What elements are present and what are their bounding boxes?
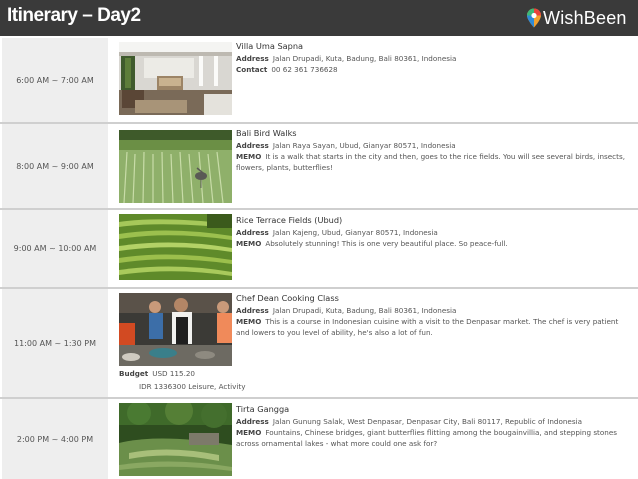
place-name[interactable]: Bali Bird Walks <box>236 128 632 139</box>
address-line: Address Jalan Drupadi, Kuta, Badung, Bali… <box>236 53 632 64</box>
address-line: Address Jalan Raya Sayan, Ubud, Gianyar 8… <box>236 140 632 151</box>
time-slot: 9:00 AM ~ 10:00 AM <box>2 210 108 287</box>
address-label: Address <box>236 141 269 150</box>
memo-line: MEMO It is a walk that starts in the city… <box>236 151 632 173</box>
place-name[interactable]: Rice Terrace Fields (Ubud) <box>236 215 632 226</box>
contact-label: Contact <box>236 65 268 74</box>
itinerary-row: 9:00 AM ~ 10:00 AM Rice Terrace Fields (… <box>0 210 638 287</box>
budget-usd: USD 115.20 <box>152 369 195 378</box>
itinerary-row: 2:00 PM ~ 4:00 PM Tirta Gangga Address Ja… <box>0 399 638 479</box>
memo-value: It is a walk that starts in the city and… <box>236 152 625 172</box>
memo-line: MEMO This is a course in Indonesian cuisi… <box>236 316 632 338</box>
address-label: Address <box>236 54 269 63</box>
place-name[interactable]: Tirta Gangga <box>236 404 632 415</box>
memo-label: MEMO <box>236 152 262 161</box>
contact-line: Contact 00 62 361 736628 <box>236 64 632 75</box>
rice-field-bird-photo <box>119 130 232 203</box>
item-details: Rice Terrace Fields (Ubud) Address Jalan … <box>236 215 632 249</box>
address-line: Address Jalan Kajeng, Ubud, Gianyar 80571… <box>236 227 632 238</box>
memo-line: MEMO Absolutely stunning! This is one ver… <box>236 238 632 249</box>
address-value: Jalan Raya Sayan, Ubud, Gianyar 80571, I… <box>272 141 456 150</box>
budget-label: Budget <box>119 369 149 378</box>
item-details: Tirta Gangga Address Jalan Gunung Salak, … <box>236 404 632 449</box>
item-details: Bali Bird Walks Address Jalan Raya Sayan,… <box>236 128 632 173</box>
budget-line: Budget USD 115.20 <box>119 367 246 380</box>
memo-label: MEMO <box>236 239 262 248</box>
page-title: Itinerary – Day2 <box>7 5 141 26</box>
rice-terrace-photo <box>119 214 232 280</box>
memo-label: MEMO <box>236 317 262 326</box>
brand-name: WishBeen <box>543 7 627 28</box>
address-line: Address Jalan Drupadi, Kuta, Badung, Bali… <box>236 305 632 316</box>
item-details: Villa Uma Sapna Address Jalan Drupadi, Ku… <box>236 41 632 75</box>
cooking-class-photo <box>119 293 232 366</box>
address-value: Jalan Kajeng, Ubud, Gianyar 80571, Indon… <box>272 228 438 237</box>
time-slot: 11:00 AM ~ 1:30 PM <box>2 289 108 397</box>
time-slot: 6:00 AM ~ 7:00 AM <box>2 38 108 122</box>
item-details: Chef Dean Cooking Class Address Jalan Dru… <box>236 293 632 338</box>
time-slot: 8:00 AM ~ 9:00 AM <box>2 124 108 208</box>
budget-idr: IDR 1336300 Leisure, Activity <box>139 382 246 391</box>
address-label: Address <box>236 228 269 237</box>
wishbeen-logo[interactable]: WishBeen <box>526 6 627 30</box>
address-line: Address Jalan Gunung Salak, West Denpasar… <box>236 416 632 427</box>
address-value: Jalan Drupadi, Kuta, Badung, Bali 80361,… <box>272 54 457 63</box>
memo-value: This is a course in Indonesian cuisine w… <box>236 317 619 337</box>
contact-value: 00 62 361 736628 <box>271 65 338 74</box>
tirta-gangga-photo <box>119 403 232 476</box>
memo-line: MEMO Fountains, Chinese bridges, giant bu… <box>236 427 632 449</box>
address-label: Address <box>236 417 269 426</box>
memo-value: Absolutely stunning! This is one very be… <box>265 239 508 248</box>
itinerary-row: 6:00 AM ~ 7:00 AM Villa Uma Sapna Addres… <box>0 36 638 122</box>
time-slot: 2:00 PM ~ 4:00 PM <box>2 399 108 479</box>
itinerary-row: 11:00 AM ~ 1:30 PM Chef Dean Cooking Cla… <box>0 289 638 397</box>
map-pin-icon <box>527 8 541 28</box>
place-name[interactable]: Villa Uma Sapna <box>236 41 632 52</box>
address-value: Jalan Gunung Salak, West Denpasar, Denpa… <box>272 417 582 426</box>
budget-block: Budget USD 115.20 IDR 1336300 Leisure, Ac… <box>119 367 246 393</box>
address-value: Jalan Drupadi, Kuta, Badung, Bali 80361,… <box>272 306 457 315</box>
itinerary-row: 8:00 AM ~ 9:00 AM Bali Bird Walks Addres… <box>0 124 638 208</box>
place-name[interactable]: Chef Dean Cooking Class <box>236 293 632 304</box>
memo-label: MEMO <box>236 428 262 437</box>
header-bar: Itinerary – Day2 WishBeen <box>0 0 638 36</box>
villa-photo <box>119 42 232 115</box>
memo-value: Fountains, Chinese bridges, giant butter… <box>236 428 617 448</box>
address-label: Address <box>236 306 269 315</box>
